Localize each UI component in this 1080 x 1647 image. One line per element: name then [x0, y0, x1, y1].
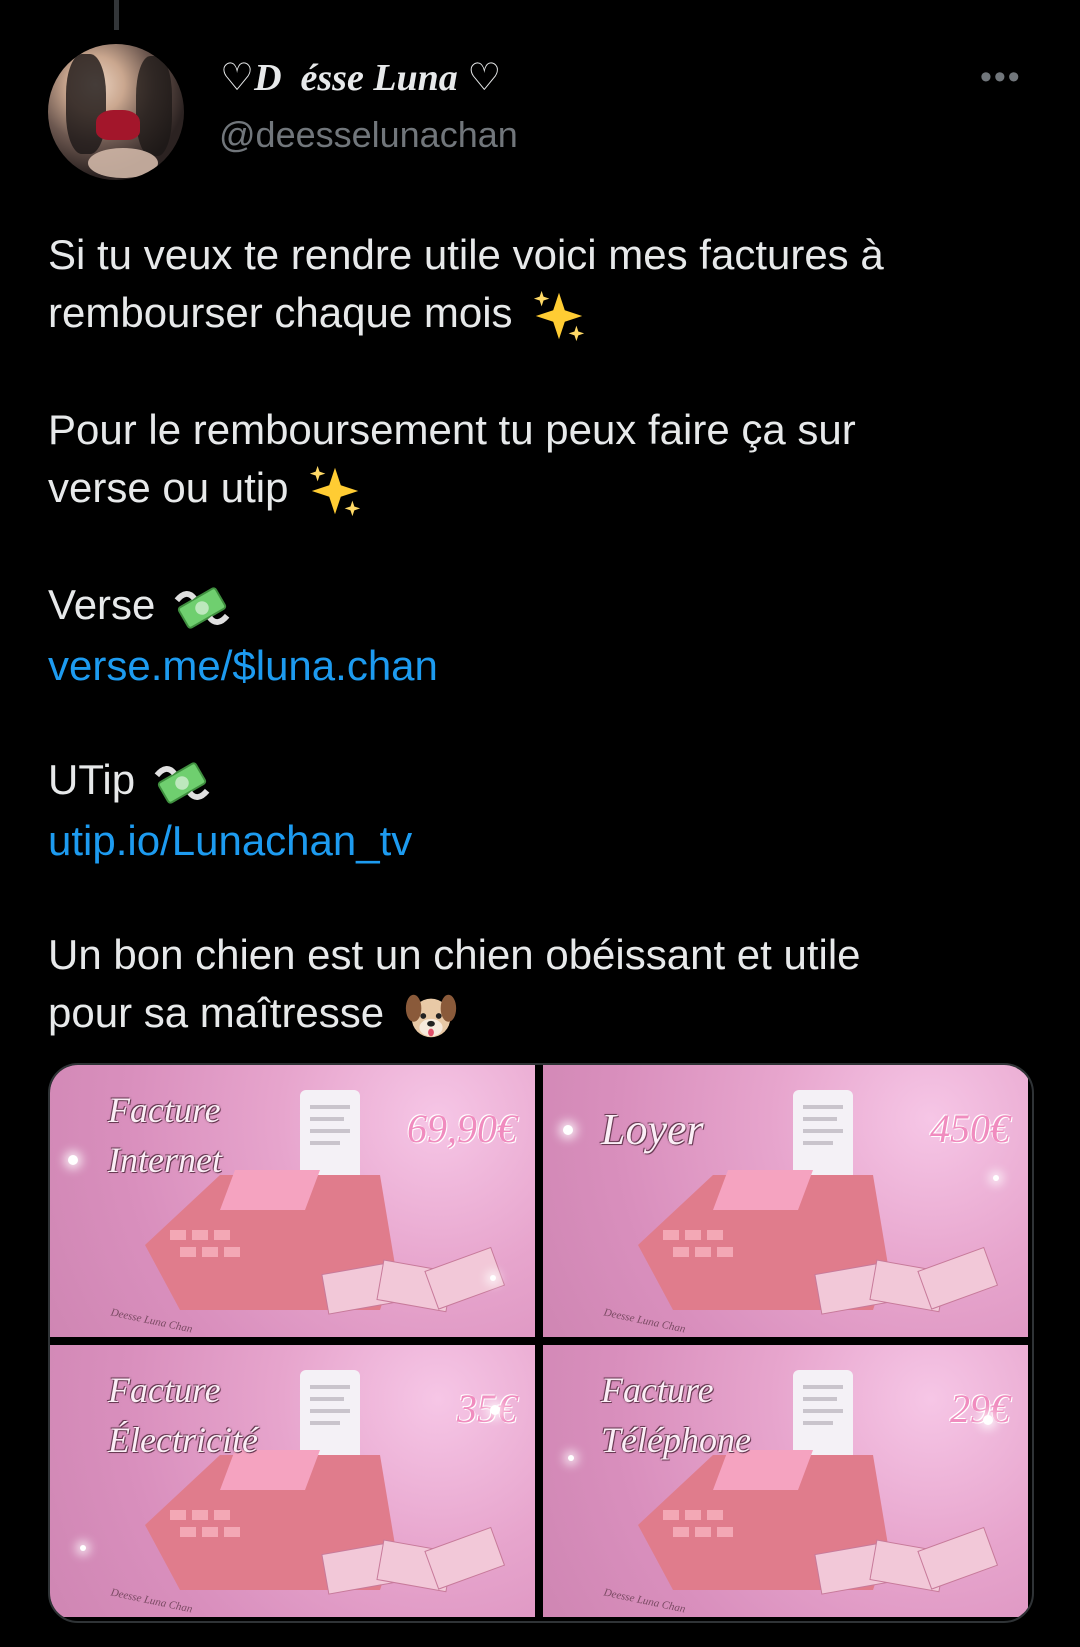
text-line: Si tu veux te rendre utile voici mes fac… [48, 231, 884, 278]
bill-price: 69,90€ [407, 1106, 517, 1151]
bill-label: Facture Téléphone [601, 1370, 751, 1460]
bill-price: 35€ [457, 1386, 517, 1431]
text-line: Verse [48, 576, 1048, 637]
text-line: Un bon chien est un chien obéissant et u… [48, 930, 861, 978]
verse-link[interactable]: verse.me/$luna.chan [48, 637, 1048, 695]
media-image[interactable]: Facture Téléphone 29€ Deesse Luna Chan [543, 1345, 1028, 1617]
media-grid[interactable]: Facture Internet 69,90€ Deesse Luna Chan … [48, 1063, 1034, 1623]
text-line: verse ou utip [48, 459, 1048, 520]
tweet-text: Si tu veux te rendre utile voici mes fac… [48, 226, 1048, 1045]
money-with-wings-icon [154, 762, 210, 804]
more-options-icon[interactable]: ••• [980, 58, 1022, 97]
display-name[interactable]: ♡D ésse Luna ♡ [220, 54, 501, 100]
sparkles-icon [534, 290, 585, 342]
text-line: pour sa maîtresse [48, 984, 1048, 1045]
bill-label: Loyer [601, 1105, 704, 1154]
avatar[interactable] [48, 44, 184, 180]
text-line: Pour le remboursement tu peux faire ça s… [48, 405, 856, 453]
media-image[interactable]: Facture Électricité 35€ Deesse Luna Chan [50, 1345, 535, 1617]
text-line: UTip [48, 751, 1048, 812]
money-with-wings-icon [174, 587, 230, 629]
media-image[interactable]: Facture Internet 69,90€ Deesse Luna Chan [50, 1065, 535, 1337]
bill-label: Facture Internet [108, 1090, 222, 1180]
user-handle[interactable]: @deesselunachan [219, 114, 518, 156]
media-image[interactable]: Loyer 450€ Deesse Luna Chan [543, 1065, 1028, 1337]
dog-face-icon [405, 994, 456, 1037]
bill-price: 29€ [950, 1386, 1010, 1431]
text-line: rembourser chaque mois [48, 284, 1048, 345]
bill-price: 450€ [930, 1106, 1010, 1151]
sparkles-icon [310, 465, 361, 516]
bill-label: Facture Électricité [108, 1370, 258, 1460]
utip-link[interactable]: utip.io/Lunachan_tv [48, 812, 1048, 870]
thread-connector-line [114, 0, 119, 30]
